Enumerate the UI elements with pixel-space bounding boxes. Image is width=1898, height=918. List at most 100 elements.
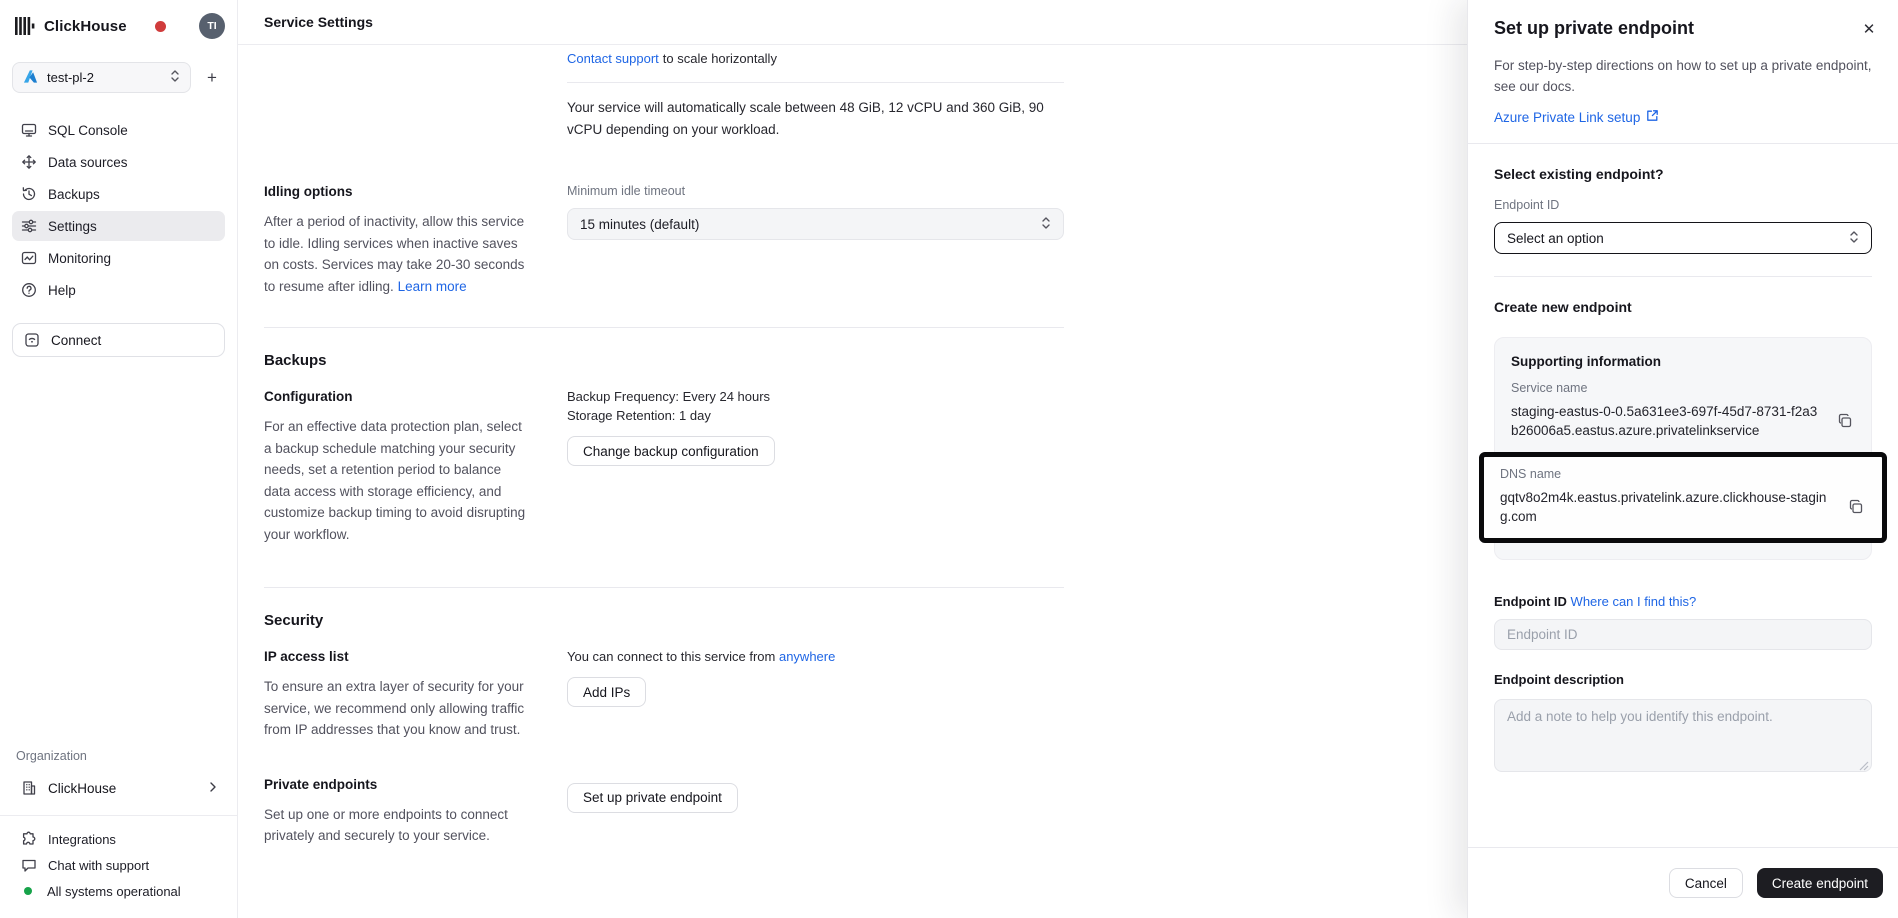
divider — [264, 327, 1064, 328]
sidebar-item-backups[interactable]: Backups — [12, 179, 225, 209]
drawer-footer: Cancel Create endpoint — [1468, 847, 1898, 918]
chat-bubble-icon — [20, 857, 37, 874]
service-selector-row: test-pl-2 + — [12, 62, 225, 93]
contact-support-rest: to scale horizontally — [663, 51, 777, 66]
endpoint-id-field-line: Endpoint ID Where can I find this? — [1494, 594, 1872, 609]
sidebar-item-system-status[interactable]: All systems operational — [12, 878, 225, 904]
scaling-row: Contact supportto scale horizontally You… — [264, 51, 1467, 140]
azure-private-link-setup-link[interactable]: Azure Private Link setup — [1494, 110, 1640, 125]
chevron-updown-icon — [170, 69, 180, 86]
learn-more-link[interactable]: Learn more — [398, 279, 467, 294]
settings-scroll-area[interactable]: Contact support to scale horizontally You… — [238, 45, 1467, 918]
endpoint-description-label: Endpoint description — [1494, 672, 1872, 687]
close-icon[interactable]: ✕ — [1860, 20, 1878, 38]
connect-label: Connect — [51, 333, 101, 348]
main-content: Service Settings Contact support to scale… — [238, 0, 1467, 918]
copy-icon[interactable] — [1846, 497, 1866, 517]
backup-config-title: Configuration — [264, 389, 527, 404]
chevron-updown-icon — [1041, 216, 1051, 233]
cancel-button[interactable]: Cancel — [1669, 868, 1743, 898]
endpoint-description-wrap — [1494, 699, 1872, 772]
organization-section-label: Organization — [12, 749, 225, 763]
endpoint-id-field-label: Endpoint ID — [1494, 594, 1571, 609]
dns-name-field-highlighted: DNS name gqtv8o2m4k.eastus.privatelink.a… — [1479, 452, 1887, 543]
service-name-label: Service name — [1511, 381, 1855, 395]
chevron-updown-icon — [1849, 230, 1859, 247]
idling-description: After a period of inactivity, allow this… — [264, 211, 527, 297]
building-icon — [20, 780, 37, 797]
endpoint-description-textarea[interactable] — [1494, 699, 1872, 772]
sidebar-item-data-sources[interactable]: Data sources — [12, 147, 225, 177]
divider — [1494, 276, 1872, 277]
sidebar-item-monitoring[interactable]: Monitoring — [12, 243, 225, 273]
private-endpoints-title: Private endpoints — [264, 777, 527, 792]
ip-access-description: To ensure an extra layer of security for… — [264, 676, 527, 741]
service-selector[interactable]: test-pl-2 — [12, 62, 191, 93]
console-icon — [20, 122, 37, 139]
sidebar-item-sql-console[interactable]: SQL Console — [12, 115, 225, 145]
data-sources-icon — [20, 154, 37, 171]
sidebar-item-settings[interactable]: Settings — [12, 211, 225, 241]
service-name-row: staging-eastus-0-0.5a631ee3-697f-45d7-87… — [1511, 402, 1855, 440]
copy-icon[interactable] — [1835, 411, 1855, 431]
system-status-label: All systems operational — [47, 884, 181, 899]
sidebar-item-label: Settings — [48, 219, 97, 234]
backup-frequency-text: Backup Frequency: Every 24 hours — [567, 389, 1064, 405]
scaling-left — [264, 51, 567, 140]
existing-endpoint-select-value: Select an option — [1507, 231, 1604, 246]
add-ips-button[interactable]: Add IPs — [567, 677, 646, 707]
ip-access-left: IP access list To ensure an extra layer … — [264, 649, 567, 741]
ip-access-title: IP access list — [264, 649, 527, 664]
add-service-button[interactable]: + — [199, 65, 225, 91]
backups-icon — [20, 186, 37, 203]
sidebar-item-label: Monitoring — [48, 251, 111, 266]
clickhouse-logo-icon — [14, 16, 36, 36]
chevron-right-icon — [209, 780, 217, 796]
sidebar-item-help[interactable]: Help — [12, 275, 225, 305]
idle-timeout-label: Minimum idle timeout — [567, 184, 1064, 198]
dns-name-row: gqtv8o2m4k.eastus.privatelink.azure.clic… — [1500, 488, 1866, 526]
connect-button[interactable]: Connect — [12, 323, 225, 357]
divider — [0, 815, 237, 816]
create-endpoint-button[interactable]: Create endpoint — [1757, 868, 1883, 898]
ip-access-right: You can connect to this service from any… — [567, 649, 1064, 741]
anywhere-link[interactable]: anywhere — [779, 649, 835, 664]
sidebar-item-integrations[interactable]: Integrations — [12, 826, 225, 852]
supporting-information-card: Supporting information Service name stag… — [1494, 337, 1872, 560]
sidebar-item-label: SQL Console — [48, 123, 128, 138]
change-backup-configuration-button[interactable]: Change backup configuration — [567, 436, 775, 466]
set-up-private-endpoint-button[interactable]: Set up private endpoint — [567, 783, 738, 813]
sidebar-item-organization[interactable]: ClickHouse — [12, 773, 225, 803]
connect-anywhere-line: You can connect to this service from any… — [567, 649, 1064, 665]
where-can-i-find-this-link[interactable]: Where can I find this? — [1571, 594, 1697, 609]
sidebar-nav: SQL Console Data sources — [12, 115, 225, 305]
divider — [567, 82, 1064, 83]
dns-name-label: DNS name — [1500, 467, 1866, 481]
sidebar-item-chat-support[interactable]: Chat with support — [12, 852, 225, 878]
backups-section-title: Backups — [264, 352, 1467, 369]
idle-timeout-value: 15 minutes (default) — [580, 217, 699, 232]
idle-timeout-select[interactable]: 15 minutes (default) — [567, 208, 1064, 240]
create-new-endpoint-title: Create new endpoint — [1494, 299, 1872, 315]
sidebar-spacer — [12, 357, 225, 749]
contact-support-line: Contact support to scale horizontally — [567, 51, 1064, 66]
existing-endpoint-select[interactable]: Select an option — [1494, 222, 1872, 254]
docs-link-row: Azure Private Link setup — [1494, 109, 1872, 125]
divider — [1468, 143, 1898, 144]
endpoint-id-input[interactable] — [1494, 619, 1872, 650]
idling-left: Idling options After a period of inactiv… — [264, 184, 567, 297]
existing-endpoint-id-label: Endpoint ID — [1494, 198, 1872, 212]
drawer-spacer — [1494, 772, 1872, 847]
recording-dot-icon — [155, 21, 166, 32]
contact-support-link[interactable]: Contact support — [567, 51, 659, 66]
select-existing-title: Select existing endpoint? — [1494, 166, 1872, 182]
avatar[interactable]: TI — [199, 13, 225, 39]
drawer-title: Set up private endpoint — [1494, 18, 1872, 39]
private-endpoints-right: Set up private endpoint — [567, 777, 1064, 847]
resize-grip-icon[interactable] — [1859, 759, 1869, 769]
page-title: Service Settings — [264, 14, 373, 30]
brand-name: ClickHouse — [44, 18, 127, 35]
private-endpoints-description: Set up one or more endpoints to connect … — [264, 804, 527, 847]
private-endpoints-row: Private endpoints Set up one or more end… — [264, 777, 1467, 847]
status-dot-icon — [24, 887, 32, 895]
